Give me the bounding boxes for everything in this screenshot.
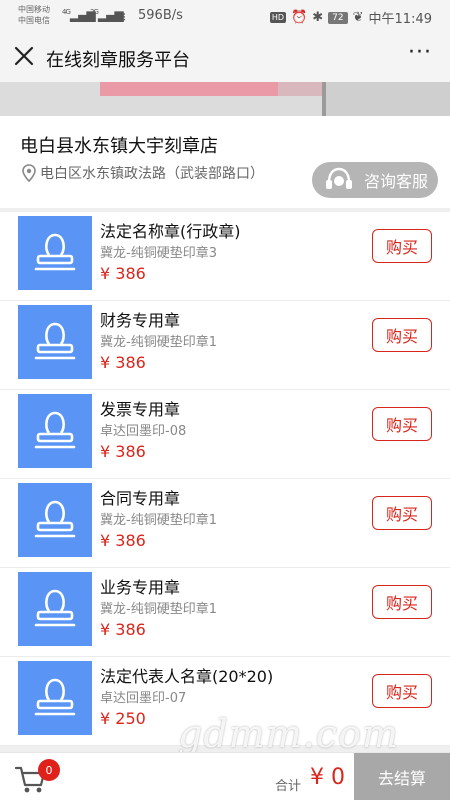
shop-address-text: 电白区水东镇政法路（武装部路口） [40,166,264,182]
buy-button[interactable]: 购买 [372,674,432,708]
consult-label: 咨询客服 [364,172,429,191]
product-thumbnail[interactable] [18,483,92,557]
hd-badge: HD [269,12,287,23]
product-item[interactable]: 合同专用章 冀龙-纯铜硬垫印章1 ¥ 386 购买 [0,479,450,568]
product-material: 冀龙-纯铜硬垫印章1 [100,602,217,617]
total-label: 合计 [275,779,302,794]
banner-block [326,82,450,116]
more-menu-button[interactable]: ··· [408,40,432,65]
page-title: 在线刻章服务平台 [46,50,190,71]
shop-address[interactable]: 电白区水东镇政法路（武装部路口） [22,163,264,183]
stamp-icon [34,500,76,538]
product-material: 卓达回墨印-08 [100,424,187,439]
product-thumbnail[interactable] [18,216,92,290]
product-item[interactable]: 业务专用章 冀龙-纯铜硬垫印章1 ¥ 386 购买 [0,568,450,657]
banner-block [100,82,280,96]
stamp-icon [34,322,76,360]
carrier-1: 中国移动 [18,5,50,14]
watermark: gdmm.com [178,712,399,756]
cart-bar: 0 合计 ¥ 0 去结算 [0,752,450,800]
leaf-icon: ❦ [352,10,364,25]
headset-icon [326,167,352,189]
stamp-icon [34,233,76,271]
location-pin-icon [22,164,36,182]
nav-bar: 在线刻章服务平台 ··· [0,34,450,82]
product-price: ¥ 386 [100,442,146,461]
clock: 中午11:49 [368,12,432,27]
product-name: 业务专用章 [100,578,181,597]
product-price: ¥ 386 [100,620,146,639]
stamp-icon [34,678,76,716]
product-price: ¥ 386 [100,264,146,283]
buy-button[interactable]: 购买 [372,407,432,441]
product-name: 发票专用章 [100,400,181,419]
product-price: ¥ 386 [100,353,146,372]
consult-service-button[interactable]: 咨询客服 [312,162,438,198]
network-speed: 596B/s [138,8,183,23]
shop-name: 电白县水东镇大宇刻章店 [20,136,218,157]
product-material: 冀龙-纯铜硬垫印章1 [100,513,217,528]
product-material: 冀龙-纯铜硬垫印章3 [100,246,217,261]
alarm-icon: ⏰ [291,10,308,25]
product-price: ¥ 250 [100,709,146,728]
stamp-icon [34,411,76,449]
product-thumbnail[interactable] [18,661,92,735]
status-right: HD ⏰ ✱ 72 ❦ 中午11:49 [269,8,432,27]
checkout-button[interactable]: 去结算 [354,753,450,800]
banner-block [278,82,326,96]
vibrate-icon: ✱ [312,10,324,25]
battery-icon: 72 [328,11,348,24]
product-price: ¥ 386 [100,531,146,550]
product-name: 法定名称章(行政章) [100,222,241,241]
buy-button[interactable]: 购买 [372,229,432,263]
product-item[interactable]: 财务专用章 冀龙-纯铜硬垫印章1 ¥ 386 购买 [0,301,450,390]
total-amount: ¥ 0 [310,765,345,790]
product-thumbnail[interactable] [18,572,92,646]
product-item[interactable]: 发票专用章 卓达回墨印-08 ¥ 386 购买 [0,390,450,479]
product-name: 合同专用章 [100,489,181,508]
product-thumbnail[interactable] [18,394,92,468]
carrier-labels: 中国移动 中国电信 [18,4,50,26]
product-name: 财务专用章 [100,311,181,330]
status-bar: 中国移动 中国电信 4G▂▄▆ 2G▂▄▆ ≋ 596B/s HD ⏰ ✱ 72… [0,0,450,34]
stamp-icon [34,589,76,627]
buy-button[interactable]: 购买 [372,585,432,619]
cart-count-badge: 0 [38,759,60,781]
product-material: 卓达回墨印-07 [100,691,187,706]
buy-button[interactable]: 购买 [372,318,432,352]
product-item[interactable]: 法定名称章(行政章) 冀龙-纯铜硬垫印章3 ¥ 386 购买 [0,212,450,301]
product-name: 法定代表人名章(20*20) [100,667,274,686]
product-list: 法定名称章(行政章) 冀龙-纯铜硬垫印章3 ¥ 386 购买 财务专用章 冀龙-… [0,212,450,746]
product-material: 冀龙-纯铜硬垫印章1 [100,335,217,350]
shop-banner [0,82,450,116]
wifi-icon: ≋ [114,8,127,26]
carrier-2: 中国电信 [18,16,50,25]
buy-button[interactable]: 购买 [372,496,432,530]
close-icon[interactable] [12,44,36,68]
shop-info-card: 电白县水东镇大宇刻章店 电白区水东镇政法路（武装部路口） 咨询客服 [0,116,450,208]
product-thumbnail[interactable] [18,305,92,379]
